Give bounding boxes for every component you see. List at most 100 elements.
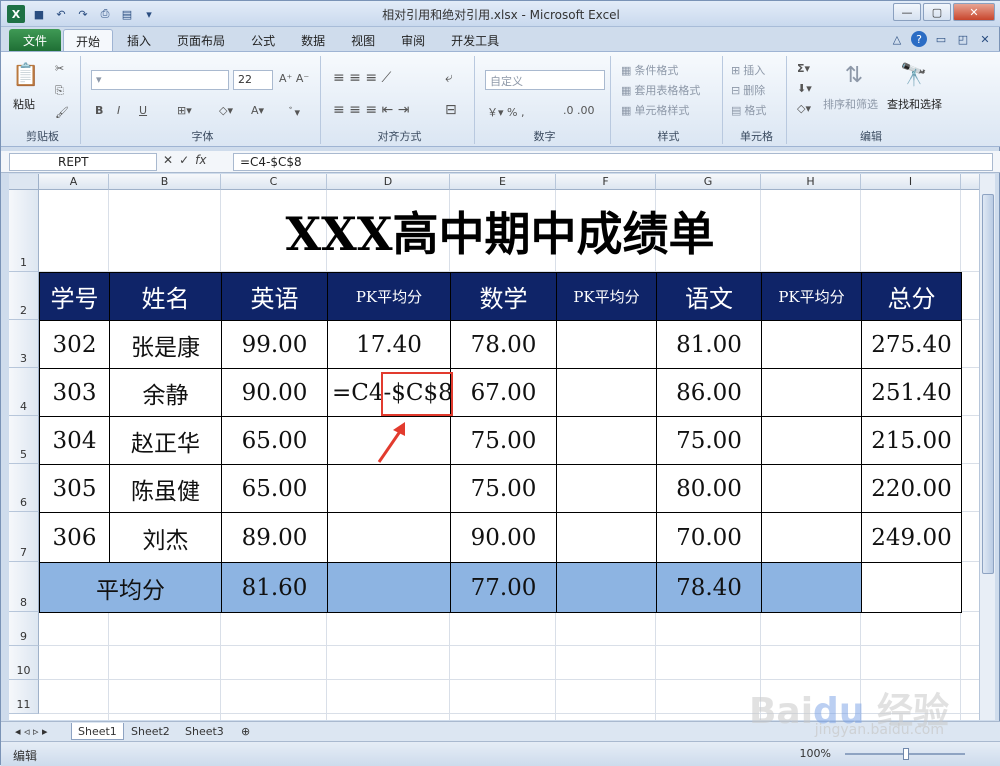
phonetic-icon[interactable]: ﾞ▾ [289, 104, 300, 120]
data-cell[interactable]: 81.00 [656, 320, 762, 369]
data-cell[interactable]: 65.00 [221, 416, 328, 465]
column-header[interactable]: C [221, 174, 327, 190]
data-cell[interactable]: 70.00 [656, 512, 762, 563]
insert-function-icon[interactable]: fx [195, 153, 206, 167]
data-cell[interactable]: 陈虽健 [109, 464, 222, 513]
column-title[interactable]: 姓名 [109, 272, 222, 321]
column-header[interactable]: E [450, 174, 556, 190]
average-cell[interactable] [327, 562, 451, 613]
data-cell[interactable] [761, 368, 862, 417]
column-header[interactable]: B [109, 174, 221, 190]
column-header[interactable]: F [556, 174, 656, 190]
column-title[interactable]: 学号 [39, 272, 110, 321]
data-cell[interactable]: 90.00 [450, 512, 557, 563]
data-cell[interactable]: 89.00 [221, 512, 328, 563]
format-table-button[interactable]: ▦ 套用表格格式 [621, 82, 700, 98]
help-icon[interactable]: ? [911, 31, 927, 47]
wrap-text-icon[interactable]: ⤶ [445, 70, 453, 86]
tab-page-layout[interactable]: 页面布局 [165, 29, 237, 51]
name-box[interactable]: REPT [9, 153, 157, 171]
data-cell[interactable]: 249.00 [861, 512, 962, 563]
tab-formulas[interactable]: 公式 [239, 29, 287, 51]
fill-icon[interactable]: ⬇▾ [797, 82, 812, 95]
row-header[interactable]: 1 [9, 190, 39, 272]
data-cell[interactable] [761, 416, 862, 465]
row-header[interactable]: 8 [9, 562, 39, 612]
vertical-scrollbar[interactable] [979, 174, 995, 720]
maximize-icon[interactable]: ▢ [923, 3, 951, 21]
minimize-ribbon-icon[interactable]: △ [889, 31, 905, 47]
column-title[interactable]: PK平均分 [761, 272, 862, 321]
underline-icon[interactable]: U [139, 104, 147, 117]
data-cell[interactable]: 75.00 [450, 416, 557, 465]
find-select-button[interactable]: 查找和选择 [887, 96, 942, 112]
data-cell[interactable] [556, 464, 657, 513]
sheet-nav-icon[interactable]: ◂ ◃ ▹ ▸ [9, 723, 54, 740]
tab-insert[interactable]: 插入 [115, 29, 163, 51]
tab-data[interactable]: 数据 [289, 29, 337, 51]
cell-style-button[interactable]: ▦ 单元格样式 [621, 102, 689, 118]
data-cell[interactable]: 张是康 [109, 320, 222, 369]
data-cell[interactable]: 305 [39, 464, 110, 513]
column-header[interactable]: H [761, 174, 861, 190]
italic-icon[interactable]: I [117, 104, 120, 117]
row-header[interactable]: 4 [9, 368, 39, 416]
restore-icon[interactable]: ▭ [933, 31, 949, 47]
column-header[interactable]: G [656, 174, 761, 190]
fill-color-icon[interactable]: ◇▾ [219, 104, 233, 117]
tab-file[interactable]: 文件 [9, 29, 62, 51]
data-cell[interactable]: 17.40 [327, 320, 451, 369]
paste-icon[interactable]: 📋 [11, 60, 41, 90]
new-sheet-icon[interactable]: ⊕ [235, 723, 256, 740]
data-cell[interactable] [327, 512, 451, 563]
formula-input[interactable]: =C4-$C$8 [233, 153, 993, 171]
font-color-icon[interactable]: A▾ [251, 104, 264, 117]
column-header[interactable]: A [39, 174, 109, 190]
data-cell[interactable]: 99.00 [221, 320, 328, 369]
merge-center-icon[interactable]: ⊟ [445, 102, 457, 118]
average-cell[interactable] [556, 562, 657, 613]
close-icon[interactable]: ✕ [953, 3, 995, 21]
column-title[interactable]: 英语 [221, 272, 328, 321]
decimal-icon[interactable]: .0 .00 [563, 104, 595, 117]
column-title[interactable]: 数学 [450, 272, 557, 321]
tab-view[interactable]: 视图 [339, 29, 387, 51]
data-cell[interactable] [556, 416, 657, 465]
data-cell[interactable]: 220.00 [861, 464, 962, 513]
zoom-level[interactable]: 100% [800, 747, 831, 760]
average-cell[interactable]: 77.00 [450, 562, 557, 613]
sheet-tab-1[interactable]: Sheet1 [71, 723, 124, 740]
data-cell[interactable] [761, 464, 862, 513]
border-icon[interactable]: ⊞▾ [177, 104, 192, 117]
data-cell[interactable] [761, 512, 862, 563]
row-header[interactable]: 2 [9, 272, 39, 320]
enter-icon[interactable]: ✓ [179, 153, 189, 167]
grow-font-icon[interactable]: A⁺ A⁻ [279, 72, 309, 85]
column-title[interactable]: 语文 [656, 272, 762, 321]
row-header[interactable]: 7 [9, 512, 39, 562]
data-cell[interactable]: 304 [39, 416, 110, 465]
align-top-icon[interactable]: ≡ ≡ ≡ ⟋ [333, 70, 391, 86]
doc-close-icon[interactable]: ✕ [977, 31, 993, 47]
column-title[interactable]: PK平均分 [327, 272, 451, 321]
data-cell[interactable]: 86.00 [656, 368, 762, 417]
column-title[interactable]: 总分 [861, 272, 962, 321]
column-header[interactable]: I [861, 174, 961, 190]
row-header[interactable]: 5 [9, 416, 39, 464]
vertical-scroll-thumb[interactable] [982, 194, 994, 574]
sort-filter-button[interactable]: 排序和筛选 [823, 96, 878, 112]
autosum-icon[interactable]: Σ▾ [797, 62, 810, 75]
tab-home[interactable]: 开始 [63, 29, 114, 51]
data-cell[interactable]: 赵正华 [109, 416, 222, 465]
data-cell[interactable]: 215.00 [861, 416, 962, 465]
data-cell[interactable] [556, 320, 657, 369]
row-header[interactable]: 10 [9, 646, 39, 680]
cut-icon[interactable]: ✂ [55, 62, 64, 75]
data-cell[interactable]: 275.40 [861, 320, 962, 369]
tab-developer[interactable]: 开发工具 [439, 29, 511, 51]
sheet-tab-3[interactable]: Sheet3 [179, 723, 230, 740]
zoom-slider-knob[interactable] [903, 748, 909, 760]
data-cell[interactable]: 刘杰 [109, 512, 222, 563]
data-cell[interactable]: 78.00 [450, 320, 557, 369]
row-header[interactable]: 9 [9, 612, 39, 646]
